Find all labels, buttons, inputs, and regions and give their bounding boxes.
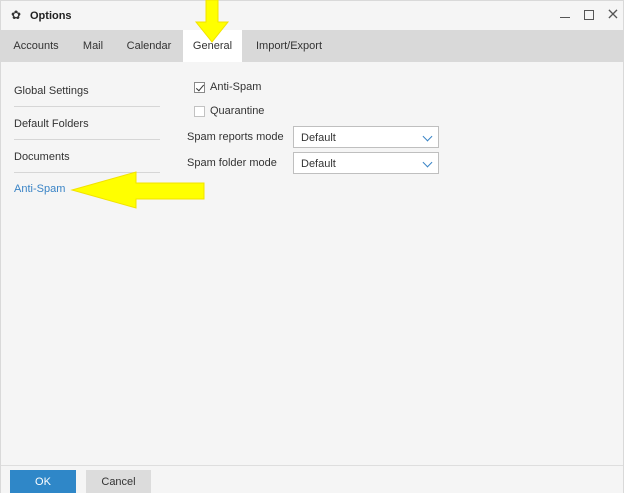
- cancel-button[interactable]: Cancel: [86, 470, 151, 493]
- minimize-button[interactable]: [557, 7, 573, 23]
- spam-folder-mode-value: Default: [301, 158, 336, 170]
- content-area: Global Settings Default Folders Document…: [1, 62, 623, 465]
- spam-reports-mode-value: Default: [301, 132, 336, 144]
- spam-folder-mode-label: Spam folder mode: [187, 157, 277, 169]
- quarantine-checkbox[interactable]: [194, 106, 205, 117]
- sidebar-item-default-folders[interactable]: Default Folders: [14, 108, 160, 140]
- anti-spam-checkbox[interactable]: [194, 82, 205, 93]
- tab-accounts[interactable]: Accounts: [5, 30, 67, 62]
- sidebar-item-documents[interactable]: Documents: [14, 141, 160, 173]
- spam-folder-mode-select[interactable]: Default: [293, 152, 439, 174]
- tab-import-export[interactable]: Import/Export: [244, 30, 334, 62]
- anti-spam-checkbox-label: Anti-Spam: [210, 81, 262, 93]
- tab-mail[interactable]: Mail: [73, 30, 113, 62]
- sidebar-item-anti-spam[interactable]: Anti-Spam: [14, 173, 160, 205]
- spam-reports-mode-select[interactable]: Default: [293, 126, 439, 148]
- quarantine-checkbox-label: Quarantine: [210, 105, 265, 117]
- maximize-icon: [584, 10, 594, 20]
- gear-icon: ✿: [11, 8, 22, 22]
- settings-sidebar: Global Settings Default Folders Document…: [1, 62, 171, 465]
- spam-reports-mode-label: Spam reports mode: [187, 131, 284, 143]
- options-dialog: ✿ Options × Accounts Mail Calendar Gener…: [0, 0, 624, 493]
- close-icon: ×: [606, 4, 620, 23]
- window-title: Options: [30, 10, 72, 22]
- tab-strip: Accounts Mail Calendar General Import/Ex…: [1, 30, 623, 62]
- dialog-footer: OK Cancel: [1, 465, 623, 493]
- maximize-button[interactable]: [581, 7, 597, 23]
- chevron-down-icon: [422, 131, 433, 142]
- ok-button[interactable]: OK: [10, 470, 76, 493]
- title-bar: ✿ Options ×: [1, 1, 623, 30]
- sidebar-item-global-settings[interactable]: Global Settings: [14, 75, 160, 107]
- tab-general[interactable]: General: [183, 30, 242, 62]
- chevron-down-icon: [422, 157, 433, 168]
- close-button[interactable]: ×: [605, 4, 621, 23]
- tab-calendar[interactable]: Calendar: [119, 30, 179, 62]
- minimize-icon: [560, 17, 570, 18]
